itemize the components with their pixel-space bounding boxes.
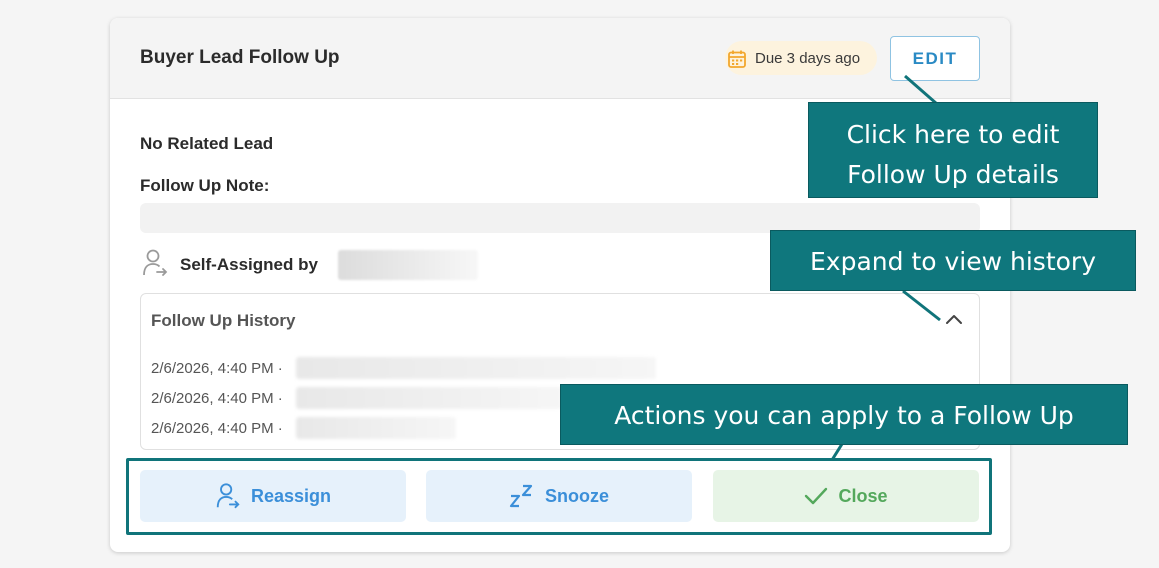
callout-actions: Actions you can apply to a Follow Up xyxy=(560,384,1128,445)
callout-edit: Click here to edit Follow Up details xyxy=(808,102,1098,198)
callout-edit-line2: Follow Up details xyxy=(847,160,1059,189)
callout-edit-line1: Click here to edit xyxy=(846,120,1060,149)
callout-history: Expand to view history xyxy=(770,230,1136,291)
